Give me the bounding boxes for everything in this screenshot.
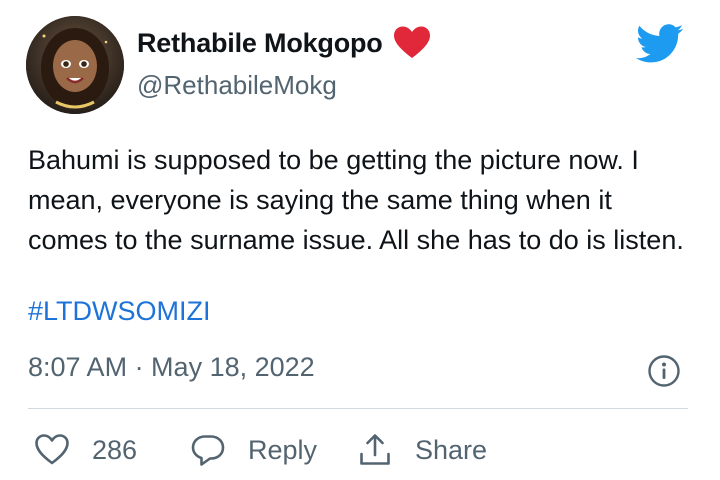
author-name-text: Rethabile Mokgopo [137,27,383,58]
tweet-timestamp[interactable]: 8:07 AM · May 18, 2022 [28,352,315,383]
like-count: 286 [92,434,138,465]
tweet-body: Bahumi is supposed to be getting the pic… [28,145,684,255]
like-button[interactable]: 286 [34,424,137,476]
author-display-name[interactable]: Rethabile Mokgopo [137,26,431,60]
heart-outline-icon [35,434,69,465]
share-label: Share [415,434,488,465]
hashtag-link[interactable]: #LTDWSOMIZI [28,296,211,327]
reply-label: Reply [248,434,318,465]
share-icon [360,434,390,465]
info-icon[interactable] [647,354,681,388]
author-handle[interactable]: @RethabileMokg [137,70,337,101]
twitter-bird-icon[interactable] [636,24,684,64]
share-button[interactable]: Share [357,424,487,476]
red-heart-icon [393,26,430,58]
avatar-image [26,16,124,114]
divider [28,408,688,409]
avatar[interactable] [26,16,124,114]
reply-bubble-icon [191,435,225,466]
reply-button[interactable]: Reply [190,424,317,476]
action-bar: 286 Reply Share [0,424,720,476]
tweet-card: Rethabile Mokgopo @RethabileMokg Bahumi … [0,0,720,480]
